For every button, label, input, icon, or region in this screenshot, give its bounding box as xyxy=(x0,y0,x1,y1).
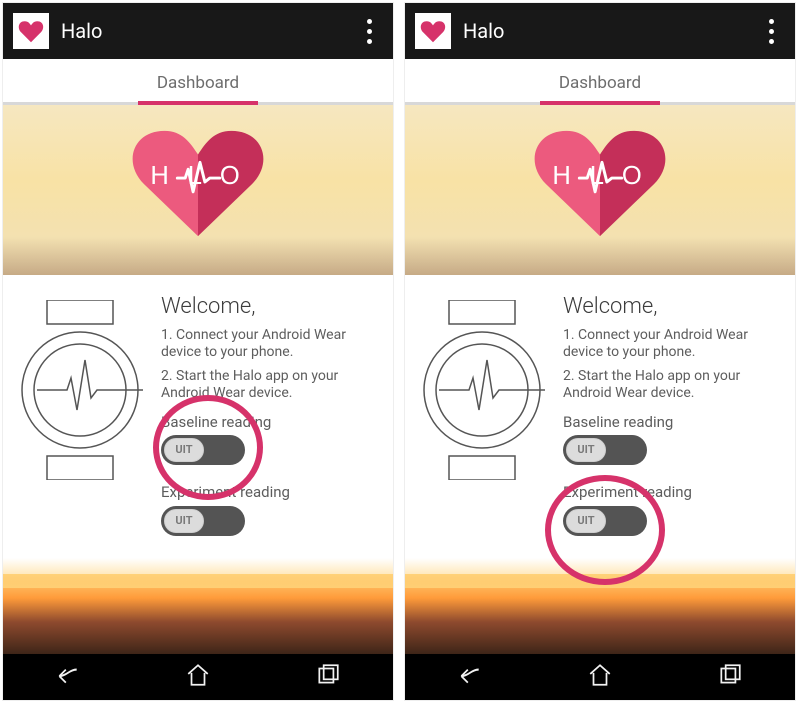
switch-thumb: UIT xyxy=(164,438,204,462)
phone-right: Halo Dashboard H L O Welcome, 1. Conn xyxy=(404,2,796,701)
app-title: Halo xyxy=(463,19,757,43)
nav-recents-button[interactable] xyxy=(717,662,743,692)
content-area: H L O Welcome, 1. Connect your Android W… xyxy=(405,105,795,654)
switch-thumb: UIT xyxy=(566,438,606,462)
watch-outline-icon xyxy=(15,300,145,480)
action-bar: Halo xyxy=(3,3,393,59)
phone-left: Halo Dashboard H L O Welcome, 1. Conn xyxy=(2,2,394,701)
experiment-switch[interactable]: UIT xyxy=(563,506,647,536)
android-nav-bar xyxy=(3,654,393,700)
experiment-label: Experiment reading xyxy=(161,483,375,502)
tab-dashboard[interactable]: Dashboard xyxy=(157,73,239,93)
experiment-label: Experiment reading xyxy=(563,483,777,502)
overflow-menu-button[interactable] xyxy=(757,19,785,44)
welcome-title: Welcome, xyxy=(563,293,777,321)
baseline-section: Baseline reading UIT xyxy=(563,413,777,466)
welcome-step-1: 1. Connect your Android Wear device to y… xyxy=(563,327,777,362)
halo-heart-logo: H L O xyxy=(531,123,669,241)
halo-heart-logo: H L O xyxy=(129,123,267,241)
tab-bar: Dashboard xyxy=(3,59,393,105)
dot-icon xyxy=(769,19,774,24)
dot-icon xyxy=(367,19,372,24)
baseline-switch[interactable]: UIT xyxy=(161,435,245,465)
dot-icon xyxy=(367,29,372,34)
heart-icon xyxy=(17,17,45,45)
welcome-step-2: 2. Start the Halo app on your Android We… xyxy=(161,368,375,403)
nav-back-button[interactable] xyxy=(55,662,81,692)
dot-icon xyxy=(769,29,774,34)
baseline-section: Baseline reading UIT xyxy=(161,413,375,466)
welcome-step-2: 2. Start the Halo app on your Android We… xyxy=(563,368,777,403)
switch-thumb: UIT xyxy=(566,509,606,533)
welcome-title: Welcome, xyxy=(161,293,375,321)
nav-recents-button[interactable] xyxy=(315,662,341,692)
app-title: Halo xyxy=(61,19,355,43)
nav-home-button[interactable] xyxy=(587,662,613,692)
dot-icon xyxy=(367,39,372,44)
switch-thumb: UIT xyxy=(164,509,204,533)
overflow-menu-button[interactable] xyxy=(355,19,383,44)
android-nav-bar xyxy=(405,654,795,700)
welcome-block: Welcome, 1. Connect your Android Wear de… xyxy=(563,293,777,536)
welcome-step-1: 1. Connect your Android Wear device to y… xyxy=(161,327,375,362)
tab-bar: Dashboard xyxy=(405,59,795,105)
dot-icon xyxy=(769,39,774,44)
nav-back-button[interactable] xyxy=(457,662,483,692)
experiment-section: Experiment reading UIT xyxy=(563,483,777,536)
baseline-label: Baseline reading xyxy=(161,413,375,432)
hero-banner-sunset xyxy=(3,574,393,654)
nav-home-button[interactable] xyxy=(185,662,211,692)
action-bar: Halo xyxy=(405,3,795,59)
watch-outline-icon xyxy=(417,300,547,480)
hero-banner-sunset xyxy=(405,574,795,654)
baseline-label: Baseline reading xyxy=(563,413,777,432)
experiment-section: Experiment reading UIT xyxy=(161,483,375,536)
content-area: H L O Welcome, 1. Connect your Android W… xyxy=(3,105,393,654)
app-icon xyxy=(13,13,49,49)
app-icon xyxy=(415,13,451,49)
tab-dashboard[interactable]: Dashboard xyxy=(559,73,641,93)
experiment-switch[interactable]: UIT xyxy=(161,506,245,536)
welcome-block: Welcome, 1. Connect your Android Wear de… xyxy=(161,293,375,536)
heart-icon xyxy=(419,17,447,45)
baseline-switch[interactable]: UIT xyxy=(563,435,647,465)
